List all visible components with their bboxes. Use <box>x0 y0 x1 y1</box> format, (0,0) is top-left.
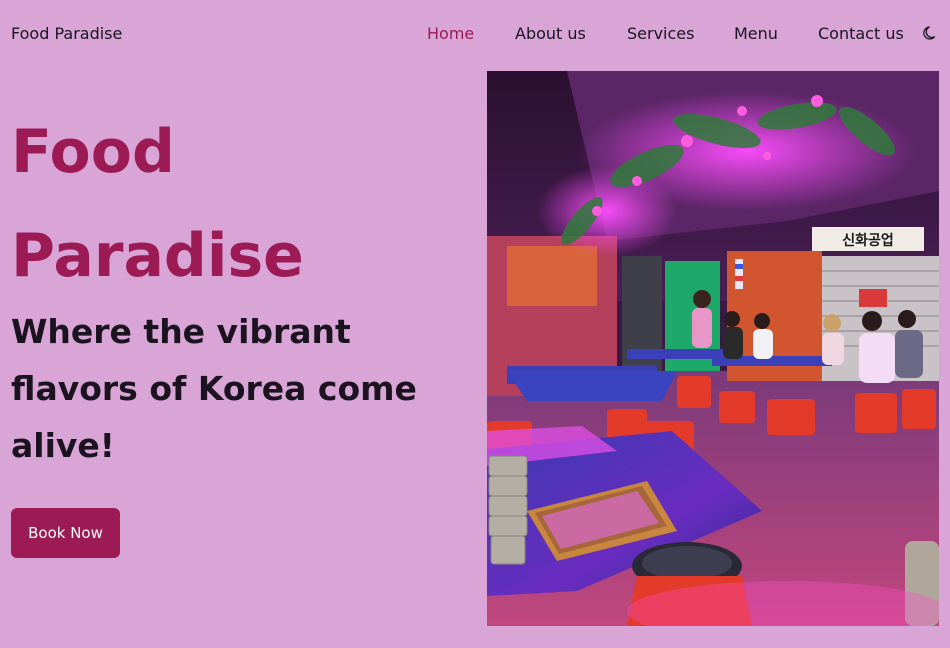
shop-sign-text: 신화공업 <box>842 233 894 249</box>
restaurant-photo: 신화공업 <box>487 71 939 626</box>
nav-about-us[interactable]: About us <box>515 24 586 43</box>
book-now-button[interactable]: Book Now <box>11 508 120 558</box>
hero-title-line-1: Food <box>11 117 175 187</box>
hero-title: Food Paradise <box>11 100 411 308</box>
nav-services[interactable]: Services <box>627 24 694 43</box>
main-nav: Home About us Services Menu Contact us <box>0 24 950 46</box>
moon-icon[interactable] <box>922 24 940 42</box>
nav-home[interactable]: Home <box>427 24 474 43</box>
hero-tagline: Where the vibrant flavors of Korea come … <box>11 312 417 465</box>
hero-title-line-2: Paradise <box>11 221 304 291</box>
page: Food Paradise Home About us Services Men… <box>0 0 950 648</box>
nav-contact-us[interactable]: Contact us <box>818 24 904 43</box>
nav-menu[interactable]: Menu <box>734 24 778 43</box>
restaurant-illustration: 신화공업 <box>487 71 939 626</box>
